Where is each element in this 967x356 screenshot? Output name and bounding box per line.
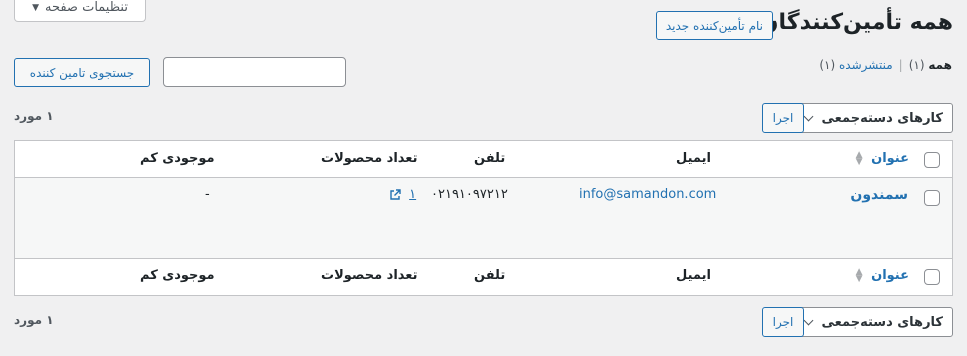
view-all-label: همه [928,58,952,72]
select-all-checkbox[interactable] [924,152,940,168]
supplier-phone: ۰۲۱۹۱۰۹۷۲۱۲ [431,187,508,202]
column-title-label: عنوان [871,268,909,283]
screen-options-label: تنظیمات صفحه [44,0,128,15]
suppliers-table: عنوان ▲ ▼ ایمیل تلفن تعداد محصولات موجودی… [14,140,953,296]
column-phone: تلفن [474,151,506,166]
view-published[interactable]: منتشرشده (۱) [819,58,892,72]
items-count-bottom: ۱ مورد [14,313,54,327]
product-count-link[interactable]: ۱ [389,187,416,202]
bulk-actions-label: کارهای دسته‌جمعی [821,110,943,126]
items-count-top: ۱ مورد [14,109,54,123]
sort-arrows-icon: ▲ ▼ [855,149,863,167]
page-title: همه تأمین‌کنندگان [759,10,953,35]
view-published-count: (۱) [819,58,836,72]
column-low-stock: موجودی کم [140,151,215,166]
column-title-footer[interactable]: عنوان ▲ ▼ [855,266,909,284]
chevron-down-icon [803,315,813,326]
column-title-label: عنوان [871,151,909,166]
chevron-down-icon [803,111,813,122]
apply-button-bottom[interactable]: اجرا [762,307,804,337]
add-new-supplier-button[interactable]: نام تأمین‌کننده جدید [655,11,773,40]
view-separator: | [898,58,903,72]
supplier-email[interactable]: info@samandon.com [579,187,716,202]
column-phone-footer: تلفن [474,268,506,283]
screen-options-toggle[interactable]: تنظیمات صفحه ▼ [14,0,146,22]
table-footer-row: عنوان ▲ ▼ ایمیل تلفن تعداد محصولات موجودی… [15,258,952,295]
sort-arrows-icon: ▲ ▼ [855,266,863,284]
bulk-actions-select-top[interactable]: کارهای دسته‌جمعی [795,103,953,133]
apply-button-top[interactable]: اجرا [762,103,804,133]
bulk-actions-label: کارهای دسته‌جمعی [821,314,943,330]
select-all-checkbox-footer[interactable] [924,269,940,285]
column-title[interactable]: عنوان ▲ ▼ [855,149,909,167]
search-button[interactable]: جستجوی تامین کننده [14,58,150,87]
product-count-value: ۱ [409,187,417,202]
low-stock-value: - [205,187,210,202]
view-all[interactable]: همه (۱) [909,58,952,72]
search-input[interactable] [163,57,346,87]
external-link-icon [390,188,401,200]
column-product-count: تعداد محصولات [321,151,418,166]
column-email: ایمیل [676,151,711,166]
view-published-label: منتشرشده [839,58,893,72]
view-all-count: (۱) [908,58,925,72]
supplier-title-link[interactable]: سمندون [850,187,908,203]
column-low-stock-footer: موجودی کم [140,268,215,283]
status-filter: همه (۱) | منتشرشده (۱) [819,58,952,72]
caret-down-icon: ▼ [32,2,39,13]
table-row: سمندون info@samandon.com ۰۲۱۹۱۰۹۷۲۱۲ ۱ - [15,178,952,259]
column-product-count-footer: تعداد محصولات [321,268,418,283]
column-email-footer: ایمیل [676,268,711,283]
row-checkbox[interactable] [924,190,940,206]
bulk-actions-select-bottom[interactable]: کارهای دسته‌جمعی [795,307,953,337]
table-header-row: عنوان ▲ ▼ ایمیل تلفن تعداد محصولات موجودی… [15,141,952,178]
